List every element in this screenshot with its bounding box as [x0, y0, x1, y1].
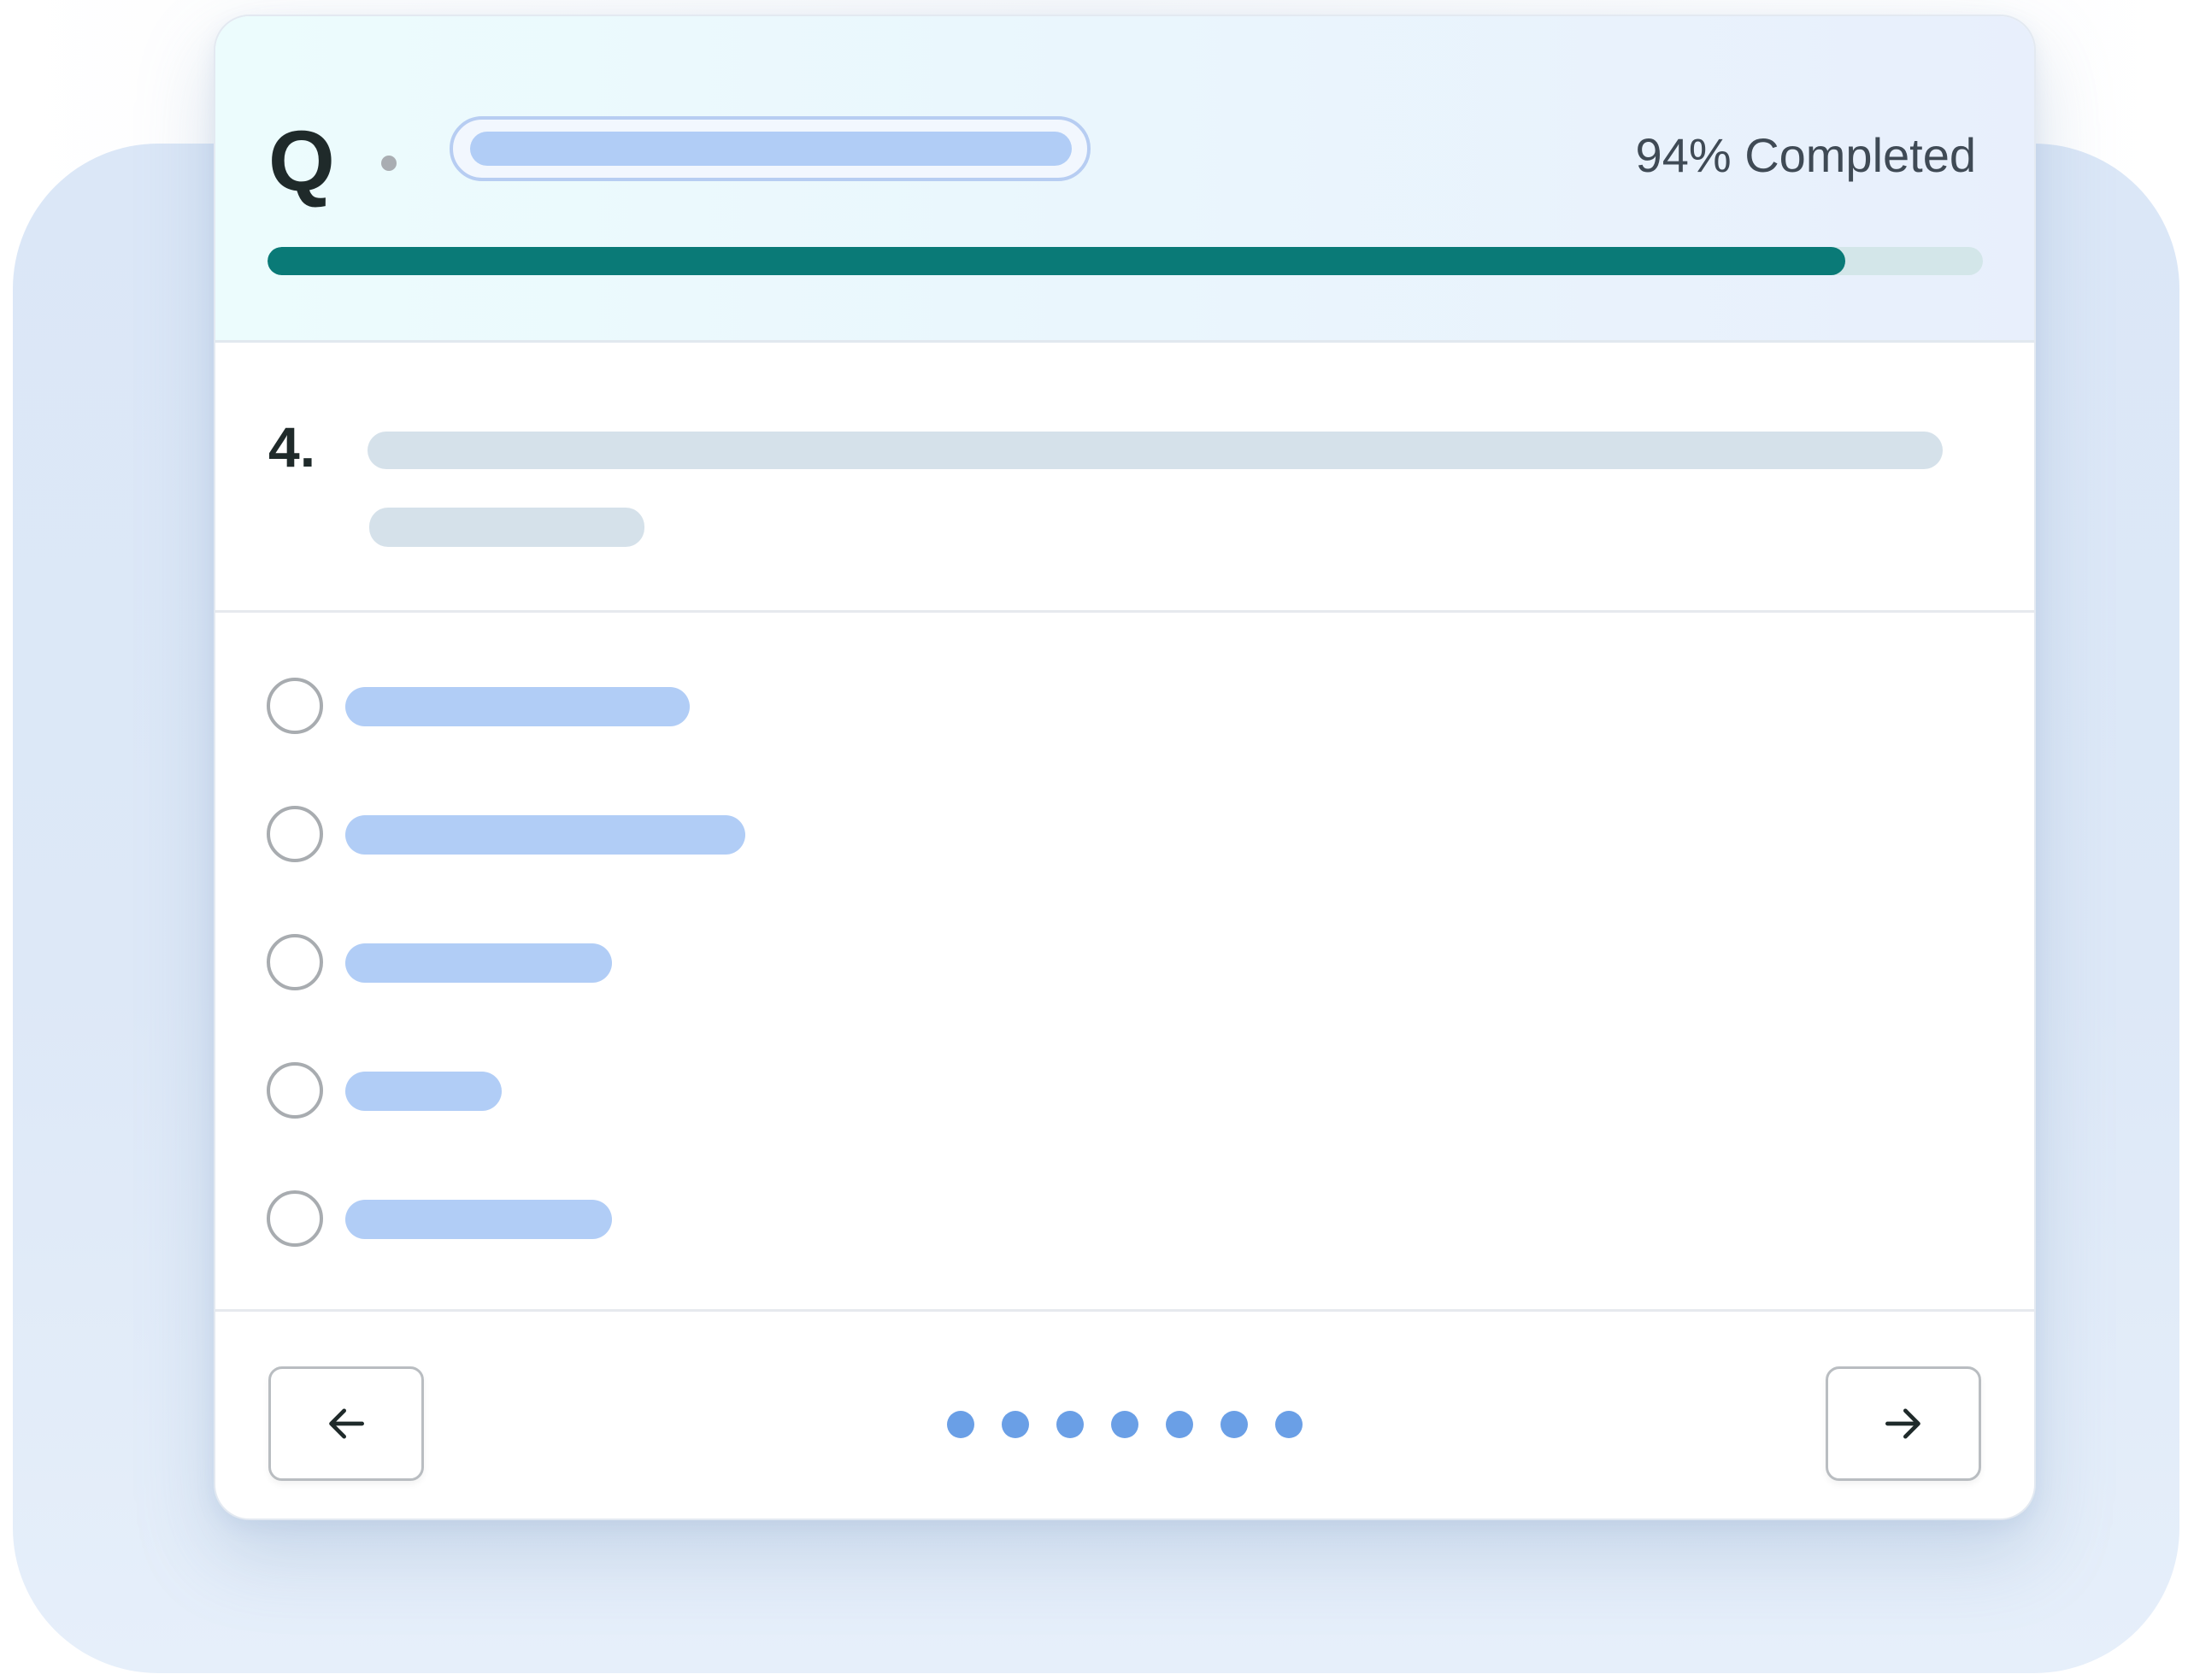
progress-bar-fill	[268, 247, 1846, 275]
arrow-right-icon	[1885, 1408, 1920, 1439]
answer-options	[215, 613, 2034, 1309]
answer-option-radio[interactable]	[267, 1062, 323, 1119]
pagination-dot[interactable]	[1111, 1411, 1138, 1438]
question-section: 4.	[215, 343, 2034, 613]
answer-option[interactable]	[267, 678, 1121, 734]
quiz-footer	[215, 1309, 2034, 1518]
screen: Q 94% Completed 4.	[0, 0, 2188, 1680]
arrow-left-icon	[329, 1408, 364, 1439]
answer-option[interactable]	[267, 1062, 1121, 1119]
question-text-placeholder-line	[369, 508, 644, 547]
question-number: 4.	[268, 415, 316, 479]
answer-option[interactable]	[267, 806, 1121, 862]
pagination-dot[interactable]	[1275, 1411, 1303, 1438]
answer-option-label-placeholder	[345, 1072, 502, 1111]
quiz-logo: Q	[268, 114, 335, 209]
answer-option-radio[interactable]	[267, 678, 323, 734]
answer-option-label-placeholder	[345, 815, 745, 855]
quiz-header: Q 94% Completed	[215, 16, 2034, 343]
quiz-card: Q 94% Completed 4.	[214, 15, 2036, 1520]
completion-status: 94% Completed	[1635, 128, 1976, 182]
pagination-dot[interactable]	[1166, 1411, 1193, 1438]
previous-button[interactable]	[268, 1366, 424, 1481]
answer-option-radio[interactable]	[267, 934, 323, 990]
next-button[interactable]	[1826, 1366, 1981, 1481]
header-separator-dot	[381, 156, 397, 171]
answer-option[interactable]	[267, 1190, 1121, 1247]
progress-bar	[268, 247, 1983, 275]
pagination-dot[interactable]	[1220, 1411, 1248, 1438]
question-text-placeholder-line	[368, 432, 1943, 469]
pagination-dot[interactable]	[1056, 1411, 1084, 1438]
pagination-dot[interactable]	[1002, 1411, 1029, 1438]
answer-option-label-placeholder	[345, 1200, 612, 1239]
answer-option-radio[interactable]	[267, 806, 323, 862]
quiz-title-placeholder-fill	[470, 132, 1072, 166]
pagination-dot[interactable]	[947, 1411, 974, 1438]
answer-option-label-placeholder	[345, 687, 690, 726]
answer-option[interactable]	[267, 934, 1121, 990]
quiz-title-placeholder	[450, 116, 1091, 181]
answer-option-label-placeholder	[345, 943, 612, 983]
answer-option-radio[interactable]	[267, 1190, 323, 1247]
